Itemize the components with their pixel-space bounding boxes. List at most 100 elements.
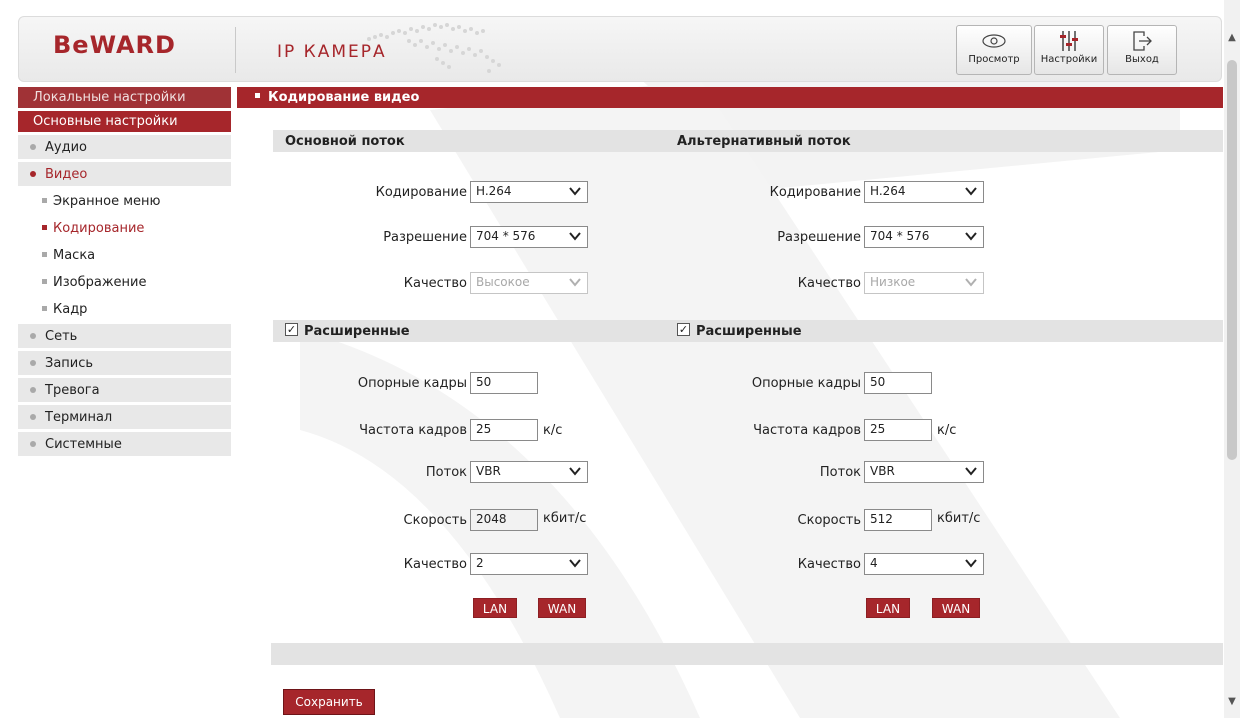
main-lan-button[interactable]: LAN <box>473 598 517 618</box>
alt-keyframe-label: Опорные кадры <box>751 376 861 391</box>
main-resolution-label: Разрешение <box>383 230 467 245</box>
sidebar-item-terminal[interactable]: Терминал <box>18 405 231 429</box>
main-keyframe-input[interactable]: 50 <box>470 372 538 394</box>
main-resolution-select[interactable]: 704 * 576 <box>470 226 588 248</box>
square-bullet-icon <box>42 306 47 311</box>
alt-advanced-header: ✓ Расширенные <box>665 320 1223 342</box>
alt-resolution-select[interactable]: 704 * 576 <box>864 226 984 248</box>
main-stream-header: Основной поток <box>273 130 665 152</box>
main-stream-type-select[interactable]: VBR <box>470 461 588 483</box>
alt-stream-header: Альтернативный поток <box>665 130 1223 152</box>
chevron-down-icon <box>569 467 581 476</box>
sidebar-item-alarm[interactable]: Тревога <box>18 378 231 402</box>
save-button[interactable]: Сохранить <box>283 689 375 715</box>
main-wan-button[interactable]: WAN <box>538 598 586 618</box>
alt-quality-select: Низкое <box>864 272 984 294</box>
sidebar-item-record[interactable]: Запись <box>18 351 231 375</box>
alt-stream-type-label: Поток <box>819 465 861 480</box>
alt-bitrate-label: Скорость <box>797 513 861 528</box>
alt-lan-button[interactable]: LAN <box>866 598 910 618</box>
main-keyframe-label: Опорные кадры <box>357 376 467 391</box>
square-bullet-icon <box>255 93 260 98</box>
main-bitrate-unit: кбит/с <box>543 511 587 526</box>
alt-encoding-label: Кодирование <box>769 185 861 200</box>
alt-stream-type-select[interactable]: VBR <box>864 461 984 483</box>
main-quality-select: Высокое <box>470 272 588 294</box>
main-adv-quality-select[interactable]: 2 <box>470 553 588 575</box>
alt-framerate-label: Частота кадров <box>753 423 861 438</box>
sidebar: Локальные настройки Основные настройки А… <box>18 87 231 459</box>
main-bitrate-label: Скорость <box>403 513 467 528</box>
main-advanced-checkbox[interactable]: ✓ <box>285 323 298 336</box>
alt-adv-quality-select[interactable]: 4 <box>864 553 984 575</box>
exit-icon <box>1133 31 1152 51</box>
bullet-icon <box>30 440 36 447</box>
alt-adv-quality-label: Качество <box>797 557 861 572</box>
bullet-icon <box>30 413 36 420</box>
sidebar-item-video[interactable]: Видео <box>18 162 231 186</box>
chevron-down-icon <box>569 187 581 196</box>
main-advanced-header: ✓ Расширенные <box>273 320 665 342</box>
main-adv-quality-label: Качество <box>403 557 467 572</box>
settings-button[interactable]: Настройки <box>1034 25 1104 75</box>
chevron-down-icon <box>965 232 977 241</box>
exit-button[interactable]: Выход <box>1107 25 1177 75</box>
alt-framerate-unit: к/с <box>937 423 957 438</box>
scroll-down-icon[interactable]: ▼ <box>1224 694 1240 710</box>
bullet-icon <box>30 332 36 339</box>
alt-framerate-input[interactable]: 25 <box>864 419 932 441</box>
main-quality-label: Качество <box>403 276 467 291</box>
alt-quality-label: Качество <box>797 276 861 291</box>
main-content: Кодирование видео Основной поток Кодиров… <box>237 87 1223 715</box>
sidebar-item-audio[interactable]: Аудио <box>18 135 231 159</box>
bullet-icon <box>30 359 36 366</box>
bullet-icon <box>30 170 36 177</box>
chevron-down-icon <box>965 278 977 287</box>
beward-logo: BeWARD <box>53 31 176 59</box>
sidebar-sub-mask[interactable]: Маска <box>18 243 231 268</box>
square-bullet-icon <box>42 279 47 284</box>
square-bullet-icon <box>42 252 47 257</box>
square-bullet-icon <box>42 198 47 203</box>
top-header: BeWARD IP КАМЕРА Просмотр Настройки Выхо… <box>18 16 1222 82</box>
sidebar-item-network[interactable]: Сеть <box>18 324 231 348</box>
sliders-icon <box>1060 31 1078 51</box>
scroll-up-icon[interactable]: ▲ <box>1224 30 1240 46</box>
main-encoding-select[interactable]: H.264 <box>470 181 588 203</box>
main-encoding-label: Кодирование <box>375 185 467 200</box>
alt-bitrate-input[interactable]: 512 <box>864 509 932 531</box>
eye-icon <box>982 34 1006 48</box>
sidebar-local-settings[interactable]: Локальные настройки <box>18 87 231 108</box>
vertical-scrollbar[interactable]: ▲ ▼ <box>1224 0 1240 718</box>
alt-keyframe-input[interactable]: 50 <box>864 372 932 394</box>
main-framerate-label: Частота кадров <box>359 423 467 438</box>
chevron-down-icon <box>569 559 581 568</box>
chevron-down-icon <box>569 278 581 287</box>
sidebar-item-system[interactable]: Системные <box>18 432 231 456</box>
alt-wan-button[interactable]: WAN <box>932 598 980 618</box>
main-stream-type-label: Поток <box>425 465 467 480</box>
sidebar-sub-image[interactable]: Изображение <box>18 270 231 295</box>
scroll-thumb[interactable] <box>1227 60 1237 460</box>
header-divider <box>235 27 236 73</box>
page-title: Кодирование видео <box>237 87 1223 108</box>
sidebar-sub-encoding[interactable]: Кодирование <box>18 216 231 241</box>
alt-resolution-label: Разрешение <box>777 230 861 245</box>
footer-divider-bar <box>271 643 1223 665</box>
sidebar-sub-osd[interactable]: Экранное меню <box>18 189 231 214</box>
main-bitrate-input[interactable]: 2048 <box>470 509 538 531</box>
alt-advanced-checkbox[interactable]: ✓ <box>677 323 690 336</box>
main-framerate-input[interactable]: 25 <box>470 419 538 441</box>
view-button[interactable]: Просмотр <box>956 25 1032 75</box>
bullet-icon <box>30 143 36 150</box>
world-map-decoration <box>367 23 501 73</box>
chevron-down-icon <box>965 187 977 196</box>
alt-bitrate-unit: кбит/с <box>937 511 981 526</box>
sidebar-sub-frame[interactable]: Кадр <box>18 297 231 322</box>
chevron-down-icon <box>569 232 581 241</box>
square-bullet-icon <box>42 225 47 230</box>
sidebar-basic-settings[interactable]: Основные настройки <box>18 111 231 132</box>
main-framerate-unit: к/с <box>543 423 563 438</box>
chevron-down-icon <box>965 467 977 476</box>
alt-encoding-select[interactable]: H.264 <box>864 181 984 203</box>
